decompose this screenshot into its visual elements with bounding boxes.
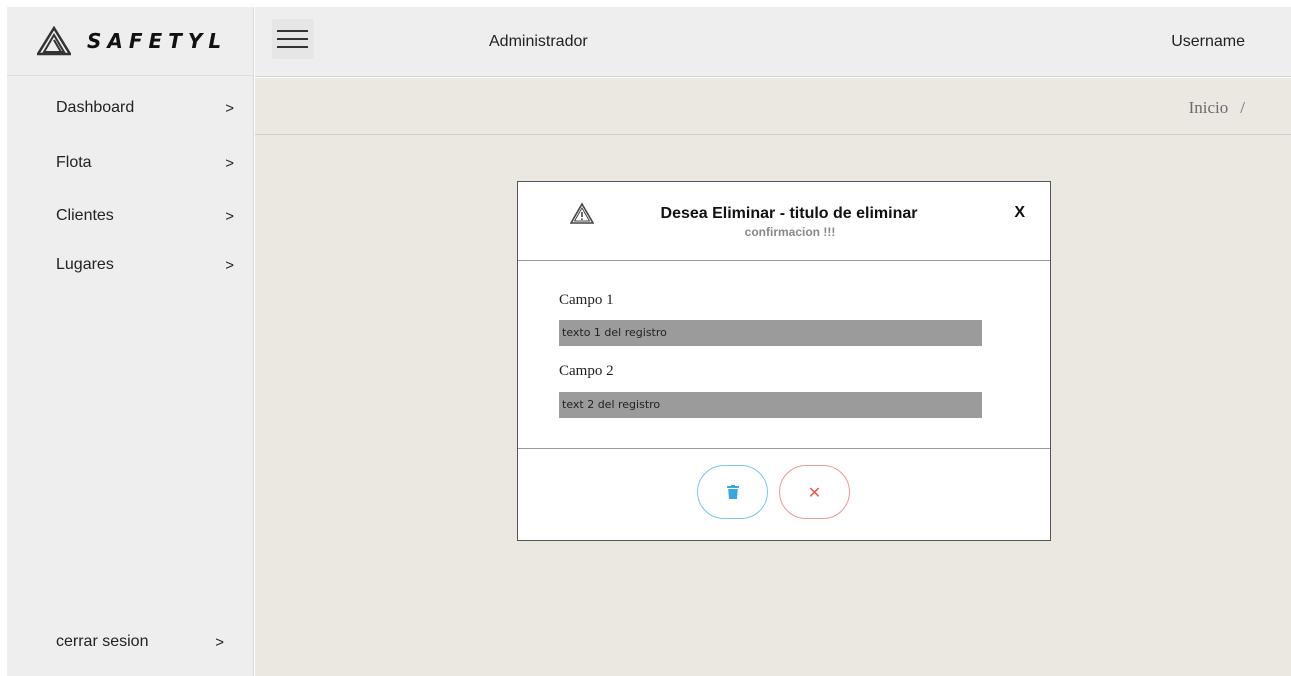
field-label-campo-2: Campo 2 [559, 363, 614, 379]
modal-title: Desea Eliminar - titulo de eliminar [660, 205, 918, 222]
field-value-campo-1: texto 1 del registro [559, 320, 982, 346]
chevron-right-icon: > [225, 154, 234, 172]
breadcrumb-separator: / [1240, 98, 1245, 117]
chevron-right-icon: > [225, 99, 234, 117]
sidebar-item-label: Dashboard [56, 99, 135, 116]
role-label: Administrador [489, 33, 588, 50]
topbar: Administrador Username [255, 7, 1291, 77]
close-icon[interactable]: X [1014, 204, 1025, 222]
trash-icon [726, 485, 739, 499]
sidebar-item-label: Clientes [56, 207, 114, 224]
breadcrumb-item-inicio[interactable]: Inicio [1189, 98, 1229, 117]
chevron-right-icon: > [225, 256, 234, 274]
breadcrumb: Inicio / [1189, 98, 1245, 118]
username-menu[interactable]: Username [1171, 33, 1245, 51]
modal-body: Campo 1 texto 1 del registro Campo 2 tex… [518, 261, 1050, 449]
hamburger-menu-icon[interactable] [272, 19, 314, 59]
sidebar-item-lugares[interactable]: Lugares > [56, 251, 246, 279]
cancel-button[interactable]: ✕ [779, 465, 850, 519]
modal-subtitle: confirmacion !!! [744, 225, 836, 239]
brand[interactable]: SAFETYL [7, 7, 253, 76]
logout-button[interactable]: cerrar sesion > [56, 628, 236, 656]
breadcrumb-bar: Inicio / [255, 78, 1291, 135]
chevron-right-icon: > [225, 207, 234, 225]
field-value-campo-2: text 2 del registro [559, 392, 982, 418]
delete-button[interactable] [697, 465, 768, 519]
triangle-logo-icon [37, 26, 71, 56]
delete-confirm-modal: Desea Eliminar - titulo de eliminar conf… [517, 181, 1051, 541]
close-x-icon: ✕ [807, 482, 822, 502]
sidebar-item-dashboard[interactable]: Dashboard > [56, 94, 246, 122]
sidebar: SAFETYL Dashboard > Flota > Clientes > L… [7, 7, 254, 676]
sidebar-item-clientes[interactable]: Clientes > [56, 202, 246, 230]
sidebar-item-flota[interactable]: Flota > [56, 149, 246, 177]
modal-header: Desea Eliminar - titulo de eliminar conf… [518, 182, 1050, 261]
modal-footer: ✕ [518, 449, 1050, 540]
sidebar-item-label: Flota [56, 154, 92, 171]
brand-name: SAFETYL [87, 29, 228, 53]
chevron-right-icon: > [215, 633, 224, 651]
sidebar-item-label: Lugares [56, 256, 114, 273]
logout-label: cerrar sesion [56, 633, 149, 650]
field-label-campo-1: Campo 1 [559, 292, 614, 308]
